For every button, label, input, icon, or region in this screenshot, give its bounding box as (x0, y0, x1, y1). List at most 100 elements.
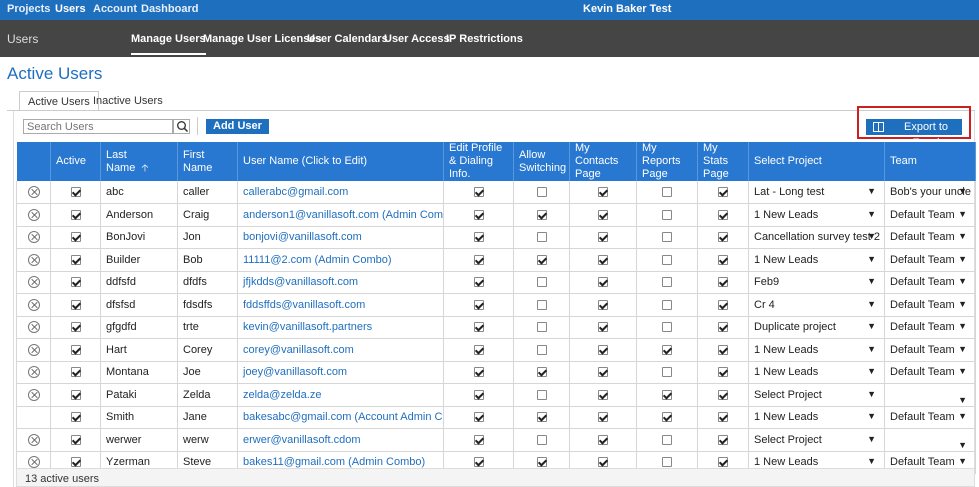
cell-user-name-link[interactable]: 11111@2.com (Admin Combo) (237, 248, 444, 272)
team-select[interactable]: Default Team ▼ (890, 209, 970, 221)
project-select[interactable]: Duplicate project ▼ (754, 321, 879, 333)
my-contacts-checkbox[interactable] (598, 322, 608, 333)
nav-account[interactable]: Account (93, 3, 137, 15)
my-contacts-checkbox[interactable] (598, 277, 608, 288)
col-my-reports[interactable]: My Reports Page (636, 142, 698, 181)
project-select[interactable]: 1 New Leads ▼ (754, 344, 879, 356)
project-select[interactable]: 1 New Leads ▼ (754, 209, 879, 221)
subnav-user-access[interactable]: User Access (384, 33, 450, 45)
allow-switching-checkbox[interactable] (536, 412, 547, 423)
project-select[interactable]: Cancellation survey test 2 ▼ (754, 231, 880, 243)
cell-user-name-link[interactable]: erwer@vanillasoft.cdom (237, 428, 444, 452)
allow-switching-checkbox[interactable] (536, 367, 547, 378)
col-team[interactable]: Team (884, 142, 976, 181)
remove-user-icon[interactable] (27, 186, 40, 199)
edit-profile-checkbox[interactable] (473, 344, 484, 355)
remove-user-icon[interactable] (27, 321, 40, 334)
team-select[interactable]: Default Team ▼ (890, 344, 970, 356)
active-checkbox[interactable] (70, 457, 81, 468)
my-reports-checkbox[interactable] (662, 434, 672, 445)
remove-user-icon[interactable] (27, 366, 40, 379)
cell-user-name-link[interactable]: callerabc@gmail.com (237, 181, 444, 204)
my-contacts-checkbox[interactable] (598, 434, 608, 445)
search-input[interactable] (23, 119, 173, 134)
my-stats-checkbox[interactable] (718, 389, 728, 400)
col-active[interactable]: Active (50, 142, 101, 181)
edit-profile-checkbox[interactable] (473, 367, 484, 378)
allow-switching-checkbox[interactable] (536, 209, 547, 220)
active-checkbox[interactable] (70, 277, 81, 288)
team-select[interactable]: Default Team ▼ (890, 456, 970, 468)
subnav-ip-restrictions[interactable]: IP Restrictions (446, 33, 523, 45)
my-contacts-checkbox[interactable] (598, 299, 608, 310)
cell-user-name-link[interactable]: joey@vanillasoft.com (237, 361, 444, 384)
col-edit-profile[interactable]: Edit Profile & Dialing Info. (443, 142, 514, 181)
active-checkbox[interactable] (70, 209, 81, 220)
edit-profile-checkbox[interactable] (473, 277, 484, 288)
team-select[interactable]: Default Team ▼ (890, 299, 970, 311)
my-reports-checkbox[interactable] (662, 209, 672, 220)
remove-user-icon[interactable] (27, 298, 40, 311)
my-reports-checkbox[interactable] (662, 232, 672, 243)
col-my-stats[interactable]: My Stats Page (697, 142, 749, 181)
my-contacts-checkbox[interactable] (598, 344, 608, 355)
team-select[interactable]: Default Team ▼ (890, 321, 970, 333)
active-checkbox[interactable] (70, 412, 81, 423)
active-checkbox[interactable] (70, 322, 81, 333)
export-to-excel-button[interactable]: Export to Excel (866, 119, 962, 149)
my-stats-checkbox[interactable] (718, 457, 728, 468)
my-reports-checkbox[interactable] (662, 389, 672, 400)
my-stats-checkbox[interactable] (718, 434, 728, 445)
active-checkbox[interactable] (70, 187, 81, 198)
cell-user-name-link[interactable]: kevin@vanillasoft.partners (237, 316, 444, 339)
my-stats-checkbox[interactable] (718, 412, 728, 423)
cell-user-name-link[interactable]: bakesabc@gmail.com (Account Admin Combo) (237, 406, 444, 429)
remove-user-icon[interactable] (27, 231, 40, 244)
project-select[interactable]: Select Project ▼ (754, 389, 879, 401)
my-stats-checkbox[interactable] (718, 299, 728, 310)
my-stats-checkbox[interactable] (718, 322, 728, 333)
col-select-project[interactable]: Select Project (748, 142, 885, 181)
remove-user-icon[interactable] (27, 276, 40, 289)
edit-profile-checkbox[interactable] (473, 254, 484, 265)
edit-profile-checkbox[interactable] (473, 322, 484, 333)
my-contacts-checkbox[interactable] (598, 232, 608, 243)
edit-profile-checkbox[interactable] (473, 209, 484, 220)
team-select[interactable]: Default Team ▼ (890, 366, 970, 378)
active-checkbox[interactable] (70, 389, 81, 400)
cell-user-name-link[interactable]: anderson1@vanillasoft.com (Admin Combo) (237, 203, 444, 227)
my-contacts-checkbox[interactable] (598, 389, 608, 400)
allow-switching-checkbox[interactable] (536, 457, 547, 468)
remove-user-icon[interactable] (27, 433, 40, 446)
allow-switching-checkbox[interactable] (536, 254, 547, 265)
allow-switching-checkbox[interactable] (536, 322, 547, 333)
col-my-contacts[interactable]: My Contacts Page (569, 142, 637, 181)
col-first-name[interactable]: First Name (177, 142, 238, 181)
project-select[interactable]: Feb9 ▼ (754, 276, 879, 288)
edit-profile-checkbox[interactable] (473, 232, 484, 243)
my-reports-checkbox[interactable] (662, 277, 672, 288)
active-checkbox[interactable] (70, 434, 81, 445)
edit-profile-checkbox[interactable] (473, 434, 484, 445)
allow-switching-checkbox[interactable] (536, 299, 547, 310)
my-stats-checkbox[interactable] (718, 209, 728, 220)
my-reports-checkbox[interactable] (662, 299, 672, 310)
edit-profile-checkbox[interactable] (473, 299, 484, 310)
tab-inactive-users[interactable]: Inactive Users (85, 91, 171, 111)
my-stats-checkbox[interactable] (718, 367, 728, 378)
cell-user-name-link[interactable]: corey@vanillasoft.com (237, 338, 444, 362)
project-select[interactable]: 1 New Leads ▼ (754, 254, 879, 266)
my-stats-checkbox[interactable] (718, 277, 728, 288)
remove-user-icon[interactable] (27, 253, 40, 266)
my-contacts-checkbox[interactable] (598, 209, 608, 220)
team-select[interactable]: Default Team ▼ (890, 276, 970, 288)
subnav-user-calendars[interactable]: User Calendars (307, 33, 388, 45)
add-user-button[interactable]: Add User (206, 119, 269, 134)
edit-profile-checkbox[interactable] (473, 457, 484, 468)
remove-user-icon[interactable] (27, 456, 40, 469)
col-user-name[interactable]: User Name (Click to Edit) (237, 142, 444, 181)
my-reports-checkbox[interactable] (662, 457, 672, 468)
cell-user-name-link[interactable]: jfjkdds@vanillasoft.com (237, 271, 444, 294)
team-select[interactable]: Default Team ▼ (890, 231, 970, 243)
my-contacts-checkbox[interactable] (598, 187, 608, 198)
